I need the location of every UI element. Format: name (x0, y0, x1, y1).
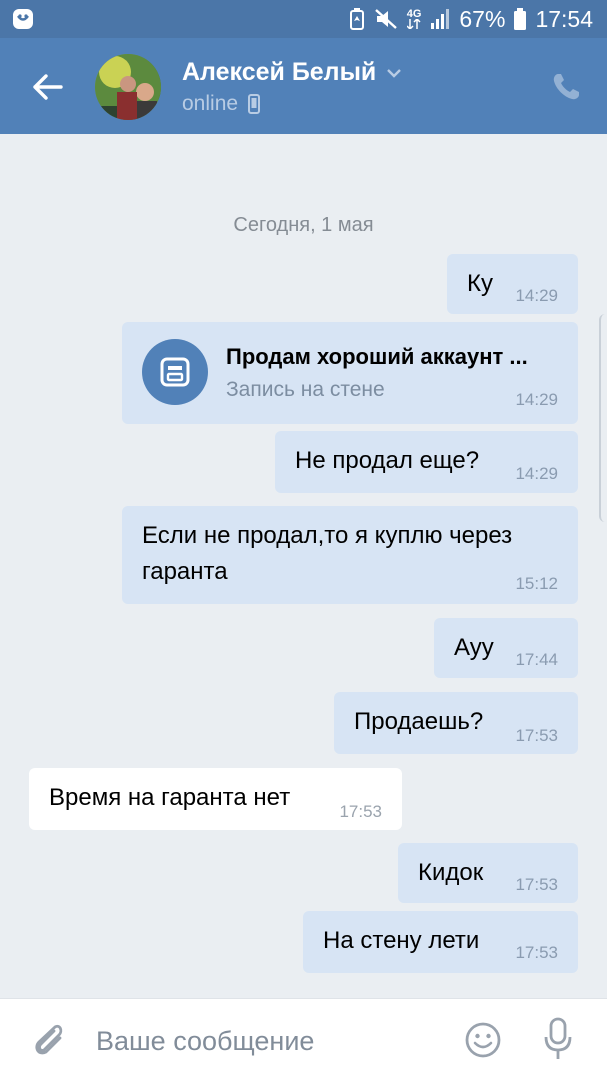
message-bubble-outgoing[interactable]: Ауу 17:44 (434, 618, 578, 678)
message-time: 17:44 (515, 650, 558, 669)
contact-name: Алексей Белый (182, 58, 377, 86)
battery-saver-icon (349, 8, 365, 30)
wall-post-icon (142, 339, 208, 405)
back-button[interactable] (30, 72, 66, 102)
chat-header: Алексей Белый online (0, 38, 607, 134)
message-bubble-outgoing[interactable]: Не продал еще? 14:29 (275, 431, 578, 493)
microphone-icon (544, 1017, 572, 1059)
message-text: Продаешь? (354, 708, 484, 735)
message-bubble-outgoing[interactable]: Ку 14:29 (447, 254, 578, 314)
message-bubble-outgoing[interactable]: Если не продал,то я куплю через гаранта … (122, 506, 578, 604)
message-time: 14:29 (515, 464, 558, 483)
voice-message-button[interactable] (543, 1017, 573, 1061)
message-bubble-outgoing[interactable]: На стену лети 17:53 (303, 911, 578, 973)
message-text: Кидок (418, 859, 484, 886)
smiley-icon (465, 1022, 501, 1058)
message-time: 14:29 (515, 390, 558, 409)
battery-icon (514, 8, 527, 30)
contact-status: online (182, 92, 261, 116)
wall-post-title: Продам хороший аккаунт ... (226, 344, 528, 369)
message-text: Ауу (454, 634, 494, 661)
message-time: 17:53 (339, 802, 382, 821)
wall-post-subtitle: Запись на стене (226, 378, 385, 401)
wall-post-attachment[interactable]: Продам хороший аккаунт ... Запись на сте… (122, 322, 578, 424)
contact-name-dropdown[interactable]: Алексей Белый (182, 58, 402, 87)
message-bubble-incoming[interactable]: Время на гаранта нет 17:53 (29, 768, 402, 830)
network-type-icon: 4G (407, 9, 421, 29)
message-list[interactable]: Сегодня, 1 мая Ку 14:29 Продам хороший а… (0, 134, 607, 1000)
paperclip-icon (35, 1024, 63, 1055)
message-text-line: гаранта (142, 558, 228, 585)
date-separator: Сегодня, 1 мая (233, 214, 374, 236)
vk-notification-icon (12, 8, 34, 30)
status-bar: 4G 67% 17:54 (0, 0, 607, 38)
message-time: 14:29 (515, 286, 558, 305)
mobile-device-icon (248, 94, 261, 114)
message-time: 15:12 (515, 574, 558, 593)
clock: 17:54 (535, 5, 593, 32)
message-input[interactable] (96, 1021, 436, 1061)
signal-icon (430, 9, 450, 29)
message-bubble-outgoing[interactable]: Кидок 17:53 (398, 843, 578, 903)
message-composer (0, 998, 607, 1080)
message-text: Время на гаранта нет (49, 784, 291, 811)
message-bubble-outgoing[interactable]: Продаешь? 17:53 (334, 692, 578, 754)
emoji-button[interactable] (464, 1021, 502, 1059)
phone-icon (553, 74, 579, 100)
mute-icon (374, 8, 398, 30)
scrollbar[interactable] (599, 314, 607, 522)
arrow-left-icon (33, 74, 63, 100)
message-text-line: Если не продал,то я куплю через (142, 522, 513, 549)
message-time: 17:53 (515, 875, 558, 894)
message-text: Ку (467, 270, 493, 297)
message-time: 17:53 (515, 726, 558, 745)
call-button[interactable] (549, 70, 583, 104)
message-time: 17:53 (515, 943, 558, 962)
status-text: online (182, 92, 239, 115)
avatar[interactable] (95, 54, 161, 120)
chevron-down-icon (387, 68, 402, 78)
message-text: Не продал еще? (295, 447, 480, 474)
battery-percent: 67% (459, 5, 506, 32)
message-text: На стену лети (323, 927, 480, 954)
attach-button[interactable] (30, 1021, 66, 1059)
